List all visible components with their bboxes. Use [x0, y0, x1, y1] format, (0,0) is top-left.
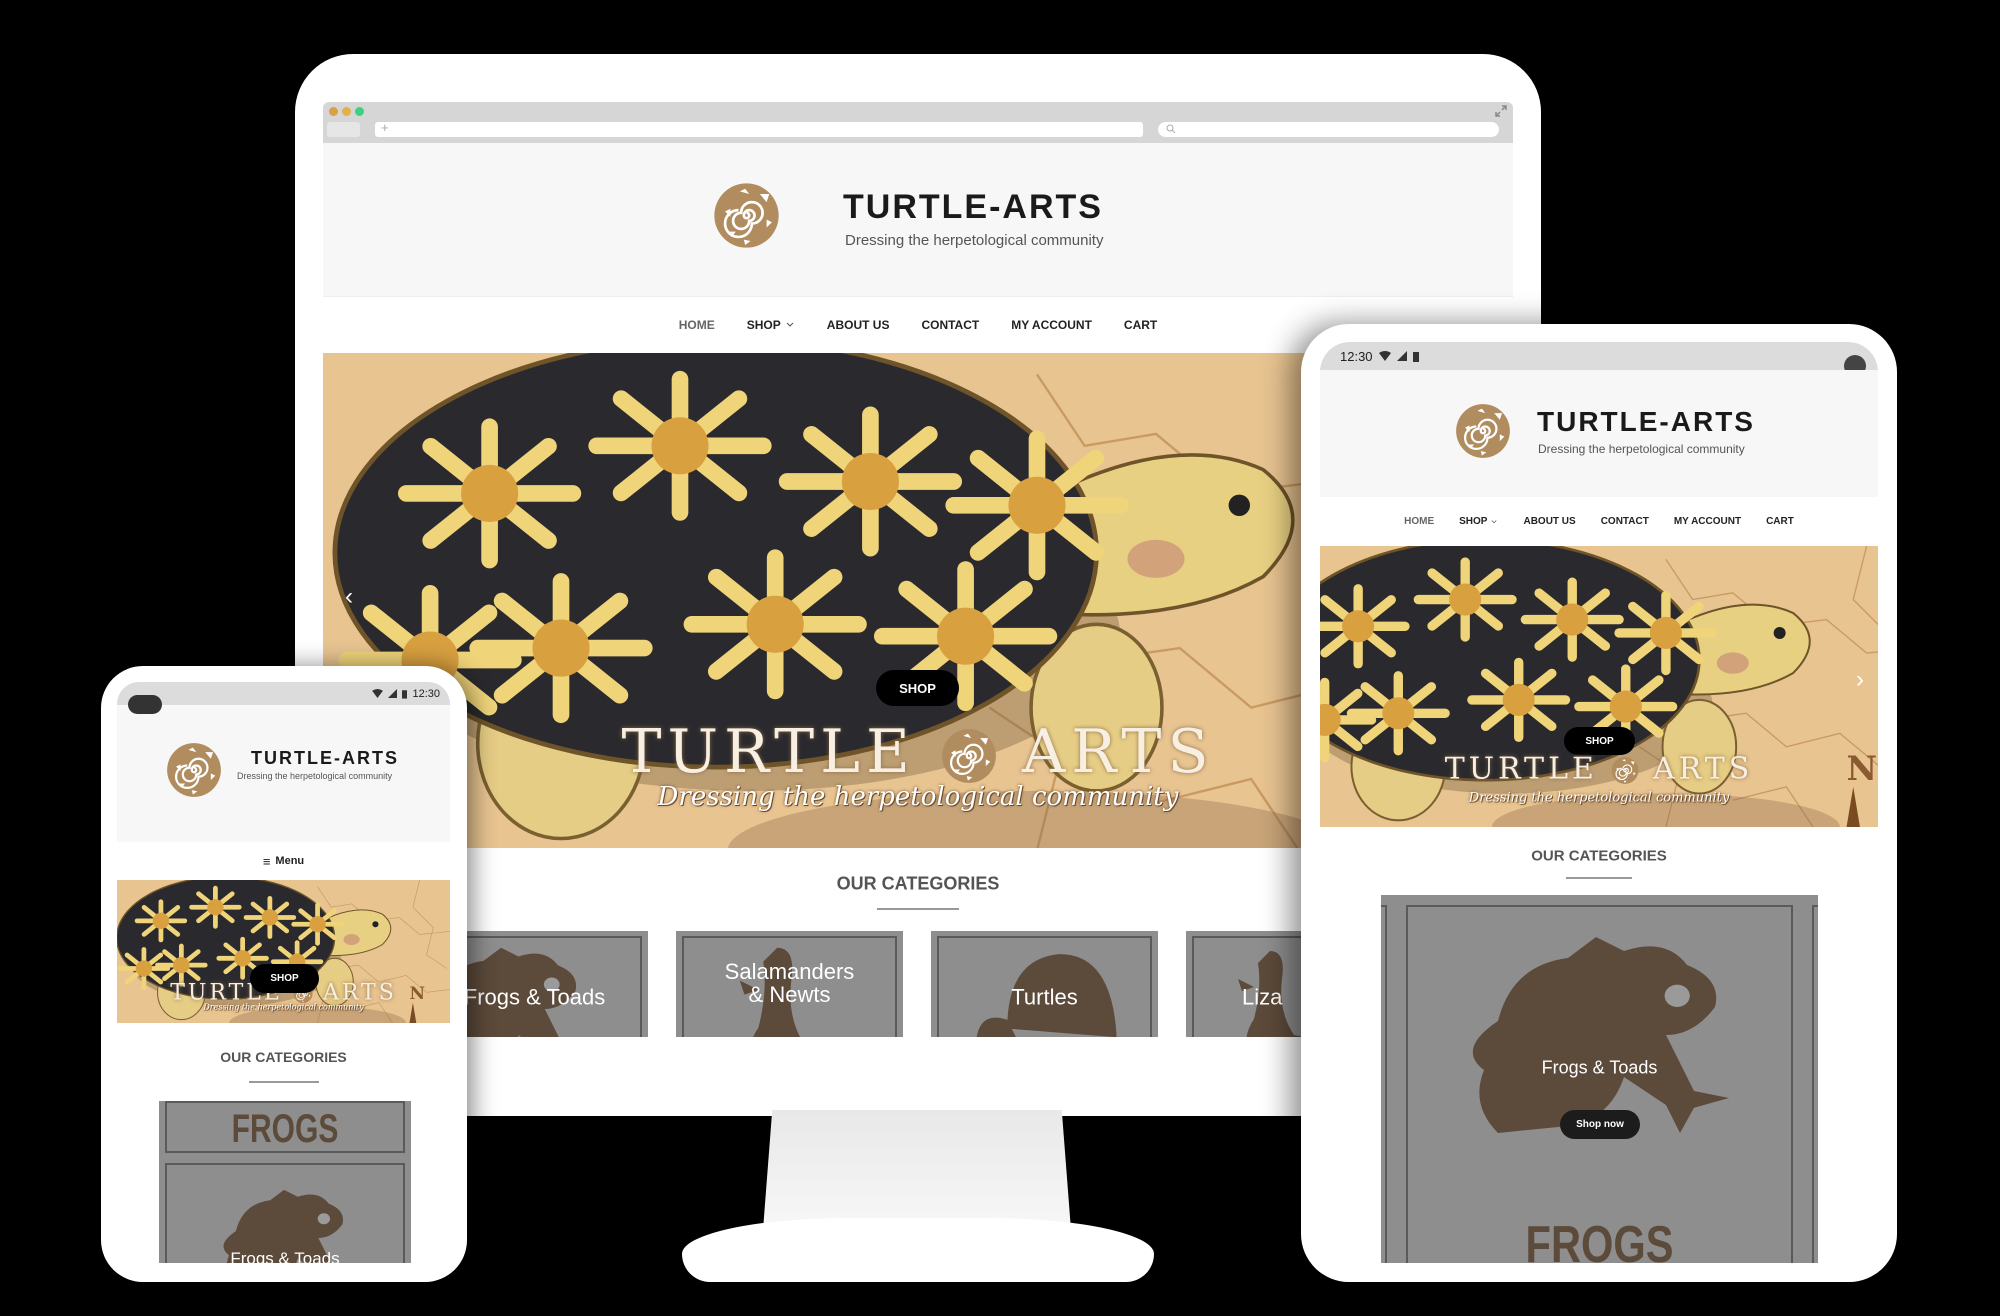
nav-about-us[interactable]: ABOUT US	[827, 318, 890, 332]
hero-shop-button[interactable]: SHOP	[876, 670, 959, 706]
hero-shop-button[interactable]: SHOP	[250, 964, 319, 993]
status-bar: 12:30	[117, 682, 450, 705]
category-label: Frogs & Toads	[230, 1249, 340, 1263]
nav-home[interactable]: HOME	[1404, 516, 1434, 527]
chevron-down-icon	[1491, 519, 1497, 523]
nav-shop[interactable]: SHOP	[1459, 516, 1498, 527]
tablet-screen: 12:30 TURTLE-ARTS Dressing the herpetolo…	[1320, 342, 1878, 1263]
category-label: Turtles	[1011, 984, 1078, 1010]
site-title[interactable]: TURTLE-ARTS	[1537, 406, 1755, 438]
category-card-salamanders-newts[interactable]: Salamanders & Newts	[676, 931, 903, 1037]
nav-home[interactable]: HOME	[679, 318, 715, 332]
site-tagline: Dressing the herpetological community	[237, 771, 393, 781]
battery-icon	[1412, 351, 1419, 362]
site-logo[interactable]	[166, 742, 222, 798]
site-header: TURTLE-ARTS Dressing the herpetological …	[323, 143, 1513, 296]
category-card-turtles[interactable]: Turtles	[931, 931, 1158, 1037]
site-tagline: Dressing the herpetological community	[845, 232, 1104, 249]
close-window-button[interactable]	[329, 107, 338, 116]
phone-camera-pill	[128, 695, 162, 714]
maximize-window-button[interactable]	[355, 107, 364, 116]
nav-contact[interactable]: CONTACT	[1601, 516, 1649, 527]
site-header: TURTLE-ARTS Dressing the herpetological …	[117, 705, 450, 842]
site-tagline: Dressing the herpetological community	[1538, 442, 1745, 456]
category-card-frogs-toads[interactable]: Frogs & Toads Shop now FROGS	[1381, 895, 1818, 1263]
browser-chrome: +	[323, 102, 1513, 143]
heading-divider	[877, 908, 959, 910]
slider-next-arrow-icon[interactable]: ›	[1856, 666, 1864, 694]
nav-my-account[interactable]: MY ACCOUNT	[1674, 516, 1741, 527]
monitor-stand-neck	[763, 1110, 1071, 1230]
slider-prev-arrow-icon[interactable]: ‹	[345, 583, 353, 611]
nav-cart[interactable]: CART	[1124, 318, 1157, 332]
hero-logo-icon	[941, 728, 997, 784]
status-bar: 12:30	[1320, 342, 1878, 370]
status-time: 12:30	[1340, 348, 1373, 364]
shop-now-button[interactable]: Shop now	[1560, 1110, 1640, 1139]
categories-heading: OUR CATEGORIES	[1531, 847, 1667, 865]
heading-divider	[1566, 877, 1632, 879]
signal-icon	[1396, 351, 1407, 361]
wifi-icon	[372, 689, 384, 698]
chevron-down-icon	[786, 322, 794, 327]
category-label: Salamanders & Newts	[724, 958, 855, 1007]
hamburger-icon: ≡	[262, 853, 271, 869]
signal-icon	[388, 689, 398, 698]
menu-label: Menu	[275, 855, 305, 867]
search-icon	[1166, 124, 1176, 134]
back-forward-buttons[interactable]	[327, 122, 360, 137]
main-nav: HOME SHOP ABOUT US CONTACT MY ACCOUNT CA…	[1320, 497, 1878, 546]
nav-contact[interactable]: CONTACT	[921, 318, 979, 332]
address-bar[interactable]: +	[375, 120, 1143, 137]
minimize-window-button[interactable]	[342, 107, 351, 116]
site-title[interactable]: TURTLE-ARTS	[251, 748, 399, 769]
heading-divider	[248, 1081, 319, 1083]
categories-heading: OUR CATEGORIES	[220, 1049, 347, 1065]
nav-about-us[interactable]: ABOUT US	[1523, 516, 1575, 527]
nav-shop-label: SHOP	[1459, 516, 1488, 527]
nav-cart[interactable]: CART	[1766, 516, 1794, 527]
hero-logo-icon	[1611, 757, 1639, 785]
hero-tagline: Dressing the herpetological community	[203, 1002, 364, 1012]
status-time: 12:30	[412, 687, 440, 700]
new-tab-plus-icon[interactable]: +	[381, 120, 389, 135]
frogs-sign-text: FROGS	[231, 1107, 339, 1151]
hero-tagline: Dressing the herpetological community	[1468, 790, 1730, 806]
mobile-menu-toggle[interactable]: ≡ Menu	[117, 842, 450, 880]
monitor-stand-base	[682, 1218, 1154, 1282]
site-logo[interactable]	[1455, 403, 1511, 459]
category-label: Frogs & Toads	[1541, 1057, 1658, 1078]
browser-search-bar[interactable]	[1158, 122, 1499, 137]
nav-shop-label: SHOP	[746, 318, 781, 332]
hero-logo-text: TURTLE ARTS	[1444, 751, 1754, 787]
site-logo[interactable]	[713, 182, 780, 249]
wifi-icon	[1378, 351, 1391, 361]
site-title[interactable]: TURTLE-ARTS	[843, 188, 1103, 227]
hero-slider: TURTLE ARTS Dressing the herpetological …	[117, 880, 450, 1023]
fullscreen-icon[interactable]	[1495, 105, 1507, 117]
nav-my-account[interactable]: MY ACCOUNT	[1011, 318, 1092, 332]
nav-shop[interactable]: SHOP	[747, 318, 795, 332]
hero-slider: › SHOP TURTLE ARTS Dressing the herpetol…	[1320, 546, 1878, 827]
phone-screen: 12:30 TURTLE-ARTS Dressing the herpetolo…	[117, 682, 450, 1263]
frogs-sign-text: FROGS	[1525, 1216, 1674, 1263]
category-card-frogs-toads[interactable]: FROGS Frogs & Toads	[159, 1101, 411, 1263]
site-header: TURTLE-ARTS Dressing the herpetological …	[1320, 370, 1878, 497]
battery-icon	[402, 689, 408, 699]
